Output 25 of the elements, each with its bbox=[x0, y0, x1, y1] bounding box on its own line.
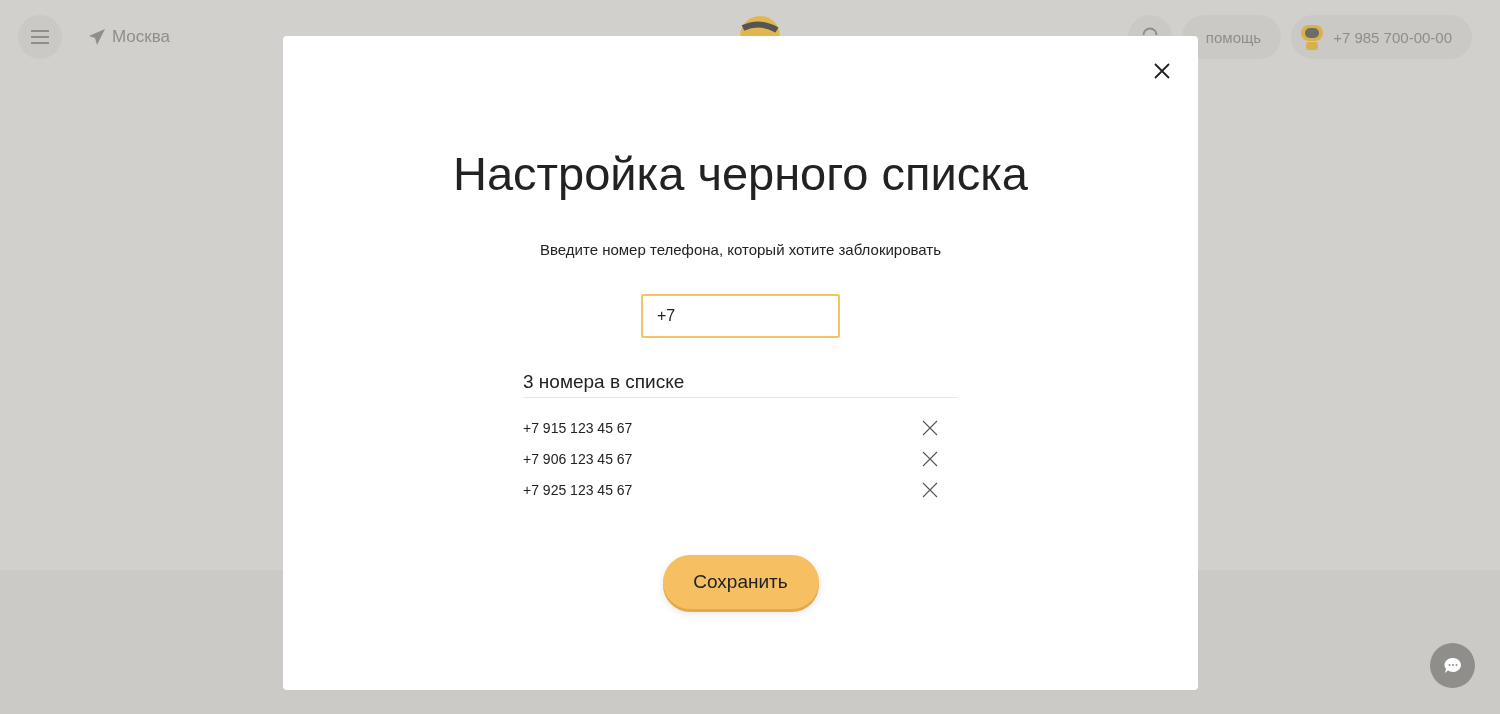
close-button[interactable] bbox=[1154, 63, 1170, 79]
phone-input-field[interactable]: +7 bbox=[641, 294, 840, 338]
remove-icon bbox=[922, 450, 938, 467]
city-link[interactable]: Москва bbox=[88, 27, 171, 47]
remove-icon bbox=[922, 419, 938, 436]
prompt-text: Введите номер телефона, который хотите заблокировать bbox=[540, 241, 941, 258]
robot-avatar-icon bbox=[1299, 22, 1326, 52]
blocked-number: +7 925 123 45 67 bbox=[523, 481, 633, 498]
dialog-title: Настройка черного списка bbox=[452, 146, 1028, 201]
location-arrow-icon bbox=[88, 28, 106, 46]
remove-button[interactable] bbox=[922, 419, 938, 436]
remove-button[interactable] bbox=[922, 481, 938, 498]
remove-icon bbox=[922, 481, 938, 498]
help-button[interactable]: помощь bbox=[1181, 15, 1282, 59]
search-icon bbox=[1141, 27, 1158, 35]
menu-icon bbox=[30, 29, 50, 45]
blocked-number: +7 915 123 45 67 bbox=[523, 419, 633, 436]
list-heading: 3 номера в списке bbox=[523, 371, 958, 398]
account-button[interactable]: +7 985 700-00-00 bbox=[1291, 15, 1472, 59]
remove-button[interactable] bbox=[922, 450, 938, 467]
logo-icon bbox=[739, 16, 780, 36]
save-button[interactable]: Сохранить bbox=[662, 555, 819, 609]
blocked-number: +7 906 123 45 67 bbox=[523, 450, 633, 467]
close-icon bbox=[1154, 63, 1170, 79]
chat-icon bbox=[1442, 656, 1463, 675]
